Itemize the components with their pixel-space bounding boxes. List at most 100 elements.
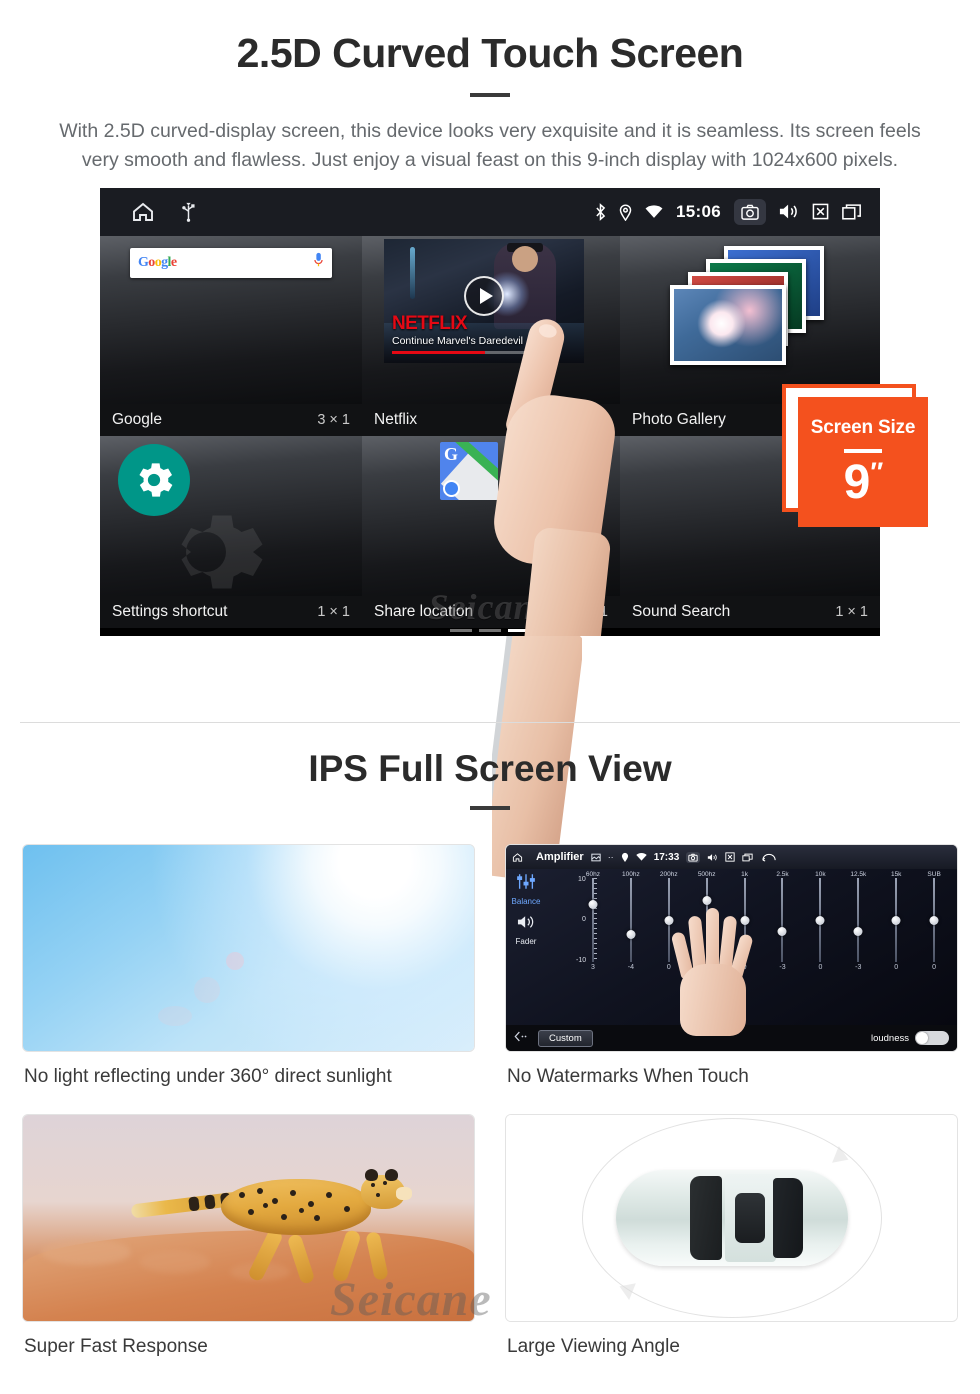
eq-value: 3 bbox=[591, 964, 595, 971]
eq-band-labels: 60hz 100hz 200hz 500hz 1k 2.5k 10k 12.5k… bbox=[574, 871, 953, 878]
google-logo: Google bbox=[138, 254, 177, 270]
eq-value: 0 bbox=[932, 964, 937, 971]
page-title: 2.5D Curved Touch Screen bbox=[236, 30, 744, 76]
eq-slider[interactable] bbox=[688, 878, 726, 962]
eq-value: 0 bbox=[742, 964, 747, 971]
page-dot-active[interactable] bbox=[508, 628, 530, 632]
close-icon[interactable] bbox=[812, 203, 829, 220]
loudness-control[interactable]: loudness bbox=[871, 1031, 949, 1045]
eq-preset-button[interactable]: Custom bbox=[538, 1029, 593, 1047]
eq-band-label: 12.5k bbox=[850, 871, 867, 878]
recents-icon[interactable] bbox=[742, 853, 753, 862]
camera-icon[interactable] bbox=[686, 851, 701, 863]
card-caption: Super Fast Response bbox=[24, 1336, 208, 1357]
eq-slider[interactable] bbox=[764, 878, 802, 962]
recents-icon[interactable] bbox=[842, 203, 862, 220]
widget-label: Photo Gallery bbox=[632, 410, 726, 428]
photo-gallery-widget[interactable] bbox=[666, 245, 846, 365]
section-description: With 2.5D curved-display screen, this de… bbox=[59, 120, 921, 172]
image-icon[interactable] bbox=[591, 853, 601, 862]
eq-slider[interactable] bbox=[877, 878, 915, 962]
sliders-icon[interactable] bbox=[516, 873, 536, 895]
android-head-unit-screen: 15:06 Google Google 3 × 1 NETFLIX Contin… bbox=[100, 187, 880, 636]
close-icon[interactable] bbox=[725, 852, 735, 862]
eq-slider[interactable] bbox=[839, 878, 877, 962]
eq-band-label: 500hz bbox=[697, 871, 716, 878]
scale-mid: 0 bbox=[582, 916, 586, 923]
volume-icon[interactable] bbox=[779, 203, 799, 220]
eq-band-label: 2.5k bbox=[776, 871, 789, 878]
device-screenshot-wrap: Screen Size 9″ 15:06 Google Google 3 × 1… bbox=[0, 187, 980, 884]
card-caption: No Watermarks When Touch bbox=[507, 1066, 749, 1087]
scale-bottom: -10 bbox=[576, 957, 587, 964]
back-arrow-icon[interactable] bbox=[514, 1029, 530, 1047]
settings-gear-icon[interactable] bbox=[118, 443, 190, 516]
side-tab-label[interactable]: Balance bbox=[512, 897, 541, 906]
google-maps-icon[interactable]: G bbox=[440, 441, 498, 500]
page-indicator bbox=[100, 628, 880, 632]
eq-slider[interactable] bbox=[801, 878, 839, 962]
back-arrow-icon[interactable] bbox=[762, 853, 776, 862]
eq-value: -3 bbox=[779, 964, 786, 971]
amplifier-title-bar: Amplifier ·· 17:33 bbox=[506, 845, 957, 869]
feature-card: Super Fast Response bbox=[22, 1114, 475, 1376]
widget-size: 3 × 2 bbox=[575, 411, 608, 428]
usb-icon bbox=[182, 201, 195, 223]
camera-icon[interactable] bbox=[734, 198, 766, 225]
microphone-icon[interactable] bbox=[313, 252, 324, 273]
section-title-underline bbox=[470, 806, 510, 810]
car-top-view-illustration bbox=[505, 1114, 958, 1322]
more-icon[interactable]: ·· bbox=[608, 852, 614, 862]
status-bar: 15:06 bbox=[100, 187, 880, 236]
play-icon[interactable] bbox=[464, 275, 504, 316]
netflix-subtitle: Continue Marvel's Daredevil bbox=[392, 334, 523, 347]
widget-google[interactable]: Google Google 3 × 1 bbox=[100, 235, 362, 436]
card-caption: Large Viewing Angle bbox=[507, 1336, 680, 1357]
netflix-widget[interactable]: NETFLIX Continue Marvel's Daredevil bbox=[384, 238, 584, 363]
netflix-progress-bar bbox=[392, 350, 542, 354]
eq-slider[interactable] bbox=[612, 878, 650, 962]
section-divider bbox=[20, 722, 960, 723]
scale-top: 10 bbox=[578, 876, 586, 883]
product-feature-page: 2.5D Curved Touch Screen With 2.5D curve… bbox=[0, 0, 980, 1394]
section-title: IPS Full Screen View bbox=[308, 748, 672, 789]
speaker-icon[interactable] bbox=[517, 914, 536, 935]
side-tab-label[interactable]: Fader bbox=[516, 937, 537, 946]
eq-band-label: 10k bbox=[815, 871, 826, 878]
eq-slider[interactable] bbox=[726, 878, 764, 962]
curved-screen-section: 2.5D Curved Touch Screen With 2.5D curve… bbox=[0, 0, 980, 176]
card-caption: No light reflecting under 360° direct su… bbox=[24, 1066, 392, 1087]
widget-netflix[interactable]: NETFLIX Continue Marvel's Daredevil Netf… bbox=[362, 235, 620, 436]
loudness-label: loudness bbox=[870, 1032, 909, 1044]
eq-value: 0 bbox=[818, 964, 823, 971]
eq-value: 0 bbox=[894, 964, 899, 971]
google-search-widget[interactable]: Google bbox=[130, 247, 332, 278]
eq-slider[interactable] bbox=[650, 878, 688, 962]
eq-band-label: 15k bbox=[890, 871, 902, 878]
netflix-wordmark: NETFLIX bbox=[392, 312, 468, 334]
eq-value: 0 bbox=[666, 964, 671, 971]
eq-values: 3 -4 0 0 0 -3 0 -3 0 0 bbox=[574, 964, 953, 971]
cheetah-head bbox=[361, 1168, 413, 1209]
eq-band-label: SUB bbox=[927, 871, 941, 878]
screen-size-value: 9″ bbox=[843, 455, 884, 509]
feature-card: Amplifier ·· 17:33 Balance Fader 60hz 10… bbox=[505, 844, 958, 1106]
screen-size-badge: Screen Size 9″ bbox=[798, 396, 928, 527]
location-icon bbox=[621, 852, 629, 862]
page-dot[interactable] bbox=[479, 628, 501, 632]
loudness-toggle[interactable] bbox=[915, 1031, 949, 1045]
amplifier-side-tabs: Balance Fader bbox=[506, 869, 546, 1025]
badge-divider bbox=[844, 448, 882, 453]
amplifier-time: 17:33 bbox=[653, 851, 680, 863]
feature-card: Large Viewing Angle bbox=[505, 1114, 958, 1376]
eq-slider[interactable] bbox=[915, 878, 953, 962]
eq-value: -4 bbox=[627, 964, 634, 971]
sunny-sky-photo bbox=[22, 844, 475, 1052]
widget-row-top: Google Google 3 × 1 NETFLIX Continue Mar… bbox=[100, 235, 880, 436]
home-icon[interactable] bbox=[130, 200, 156, 224]
page-dot[interactable] bbox=[450, 628, 472, 632]
home-icon[interactable] bbox=[512, 852, 523, 863]
bluetooth-icon bbox=[595, 202, 606, 221]
widget-picker-grid: Google Google 3 × 1 NETFLIX Continue Mar… bbox=[100, 235, 880, 636]
volume-icon[interactable] bbox=[707, 853, 718, 862]
